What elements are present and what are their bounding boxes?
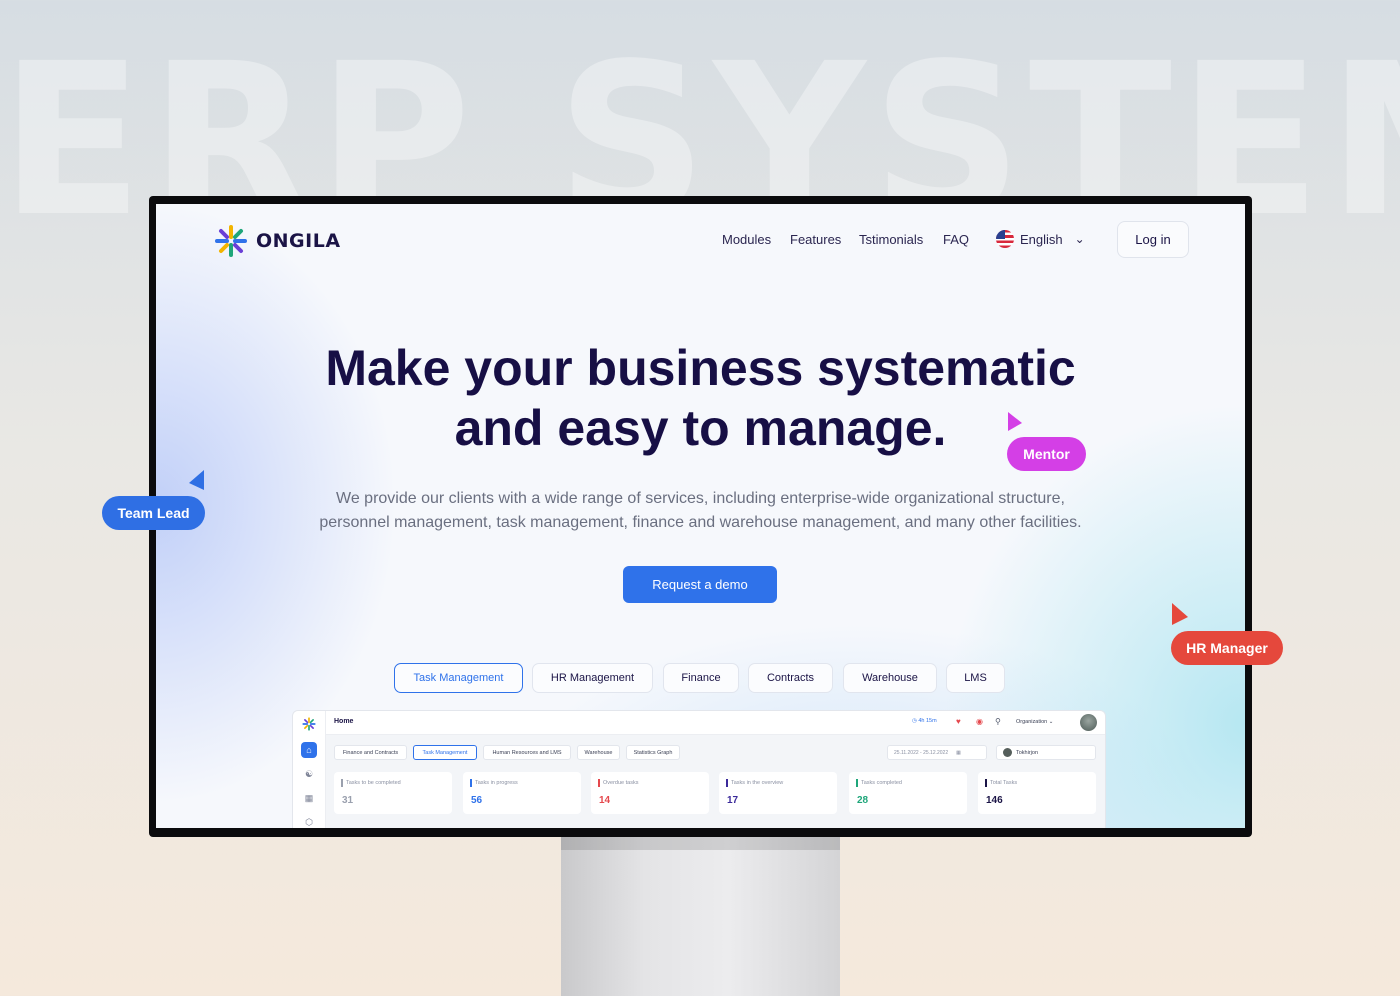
stat-accent-bar xyxy=(470,779,472,787)
calendar-icon[interactable]: ▦ xyxy=(301,790,317,806)
us-flag-icon xyxy=(996,230,1014,248)
dashboard-sidebar: ⌂ ☯ ▦ ⬡ xyxy=(293,711,326,828)
dashboard-page-title: Home xyxy=(334,718,354,725)
nav-link-faq[interactable]: FAQ xyxy=(943,232,969,247)
dashboard-preview: ⌂ ☯ ▦ ⬡ Home ◷ 4h 15m ♥ ◉ ⚲ Organization… xyxy=(292,710,1106,828)
monitor-frame: ONGILA Modules Features Tstimonials FAQ … xyxy=(149,196,1252,837)
dashboard-tab-hr-lms[interactable]: Human Resources and LMS xyxy=(483,745,571,760)
dashboard-tab-finance-contracts[interactable]: Finance and Contracts xyxy=(334,745,407,760)
brand-name: ONGILA xyxy=(256,230,341,252)
top-navigation: ONGILA Modules Features Tstimonials FAQ … xyxy=(156,204,1245,276)
tab-contracts[interactable]: Contracts xyxy=(748,663,833,693)
dashboard-tab-statistics[interactable]: Statistics Graph xyxy=(626,745,680,760)
module-tabs: Task Management HR Management Finance Co… xyxy=(156,663,1245,693)
cursor-icon xyxy=(189,470,204,490)
hero-subtitle: We provide our clients with a wide range… xyxy=(156,487,1245,535)
organization-label: Organization xyxy=(1016,719,1048,725)
dashboard-header: Home ◷ 4h 15m ♥ ◉ ⚲ Organization ⌄ xyxy=(326,711,1105,735)
stat-label: Overdue tasks xyxy=(603,780,639,786)
cursor-icon xyxy=(1172,603,1188,625)
stat-card[interactable]: Tasks in the overview 17 xyxy=(719,772,837,814)
dashboard-tab-warehouse[interactable]: Warehouse xyxy=(577,745,620,760)
date-range-value: 25.11.2022 - 25.12.2022 xyxy=(894,749,949,756)
monitor-stand xyxy=(561,836,840,996)
stat-value: 28 xyxy=(857,795,869,806)
tab-warehouse[interactable]: Warehouse xyxy=(843,663,937,693)
stat-value: 31 xyxy=(342,795,354,806)
stat-value: 17 xyxy=(727,795,739,806)
stat-label: Tasks completed xyxy=(861,780,902,786)
stat-card[interactable]: Tasks completed 28 xyxy=(849,772,967,814)
dashboard-tab-task-management[interactable]: Task Management xyxy=(413,745,477,760)
date-range-picker[interactable]: 25.11.2022 - 25.12.2022 ▦ xyxy=(887,745,987,760)
hero-subtitle-line-1: We provide our clients with a wide range… xyxy=(336,490,1065,507)
hero-subtitle-line-2: personnel management, task management, f… xyxy=(319,514,1082,531)
tab-finance[interactable]: Finance xyxy=(663,663,739,693)
users-icon[interactable]: ☯ xyxy=(301,766,317,782)
chevron-down-icon: ⌄ xyxy=(1048,719,1054,725)
request-demo-button[interactable]: Request a demo xyxy=(623,566,777,603)
stat-accent-bar xyxy=(985,779,987,787)
stat-accent-bar xyxy=(341,779,343,787)
stat-accent-bar xyxy=(598,779,600,787)
stat-label: Tasks in progress xyxy=(475,780,518,786)
team-lead-label: Team Lead xyxy=(102,496,205,530)
tab-lms[interactable]: LMS xyxy=(946,663,1005,693)
website-screen: ONGILA Modules Features Tstimonials FAQ … xyxy=(156,204,1245,828)
stat-label: Tasks to be completed xyxy=(346,780,401,786)
monitor-stand-shadow xyxy=(561,836,840,850)
stat-value: 56 xyxy=(471,795,483,806)
home-icon[interactable]: ⌂ xyxy=(301,742,317,758)
language-label: English xyxy=(1020,231,1063,247)
stat-card[interactable]: Total Tasks 146 xyxy=(978,772,1096,814)
hero-title: Make your business systematic and easy t… xyxy=(156,338,1245,458)
timer-value: 4h 15m xyxy=(918,718,937,724)
mentor-label: Mentor xyxy=(1007,437,1086,471)
logo-asterisk-icon xyxy=(302,717,316,731)
stat-label: Tasks in the overview xyxy=(731,780,784,786)
calendar-icon: ▦ xyxy=(956,749,961,756)
stat-value: 14 xyxy=(599,795,611,806)
tab-task-management[interactable]: Task Management xyxy=(394,663,523,693)
timer-badge: ◷ 4h 15m xyxy=(912,718,937,724)
brand-logo[interactable]: ONGILA xyxy=(214,224,341,258)
tab-hr-management[interactable]: HR Management xyxy=(532,663,653,693)
user-name: Tokhirjon xyxy=(1016,749,1039,756)
organization-selector[interactable]: Organization ⌄ xyxy=(1016,719,1053,725)
hr-manager-label: HR Manager xyxy=(1171,631,1283,665)
cursor-icon xyxy=(1008,412,1022,431)
login-button[interactable]: Log in xyxy=(1117,221,1189,258)
stat-label: Total Tasks xyxy=(990,780,1018,786)
nav-link-features[interactable]: Features xyxy=(790,232,841,247)
nav-link-testimonials[interactable]: Tstimonials xyxy=(859,232,923,247)
stat-card[interactable]: Tasks in progress 56 xyxy=(463,772,581,814)
chevron-down-icon: ⌄ xyxy=(1074,232,1085,246)
hero-title-line-1: Make your business systematic xyxy=(325,340,1076,396)
box-icon[interactable]: ⬡ xyxy=(301,814,317,828)
stat-card[interactable]: Overdue tasks 14 xyxy=(591,772,709,814)
search-icon[interactable]: ⚲ xyxy=(995,717,1001,726)
logo-asterisk-icon xyxy=(215,225,247,257)
avatar[interactable] xyxy=(1080,714,1097,731)
nav-link-modules[interactable]: Modules xyxy=(722,232,771,247)
language-selector[interactable]: English ⌄ xyxy=(996,230,1085,248)
stat-accent-bar xyxy=(726,779,728,787)
notification-icon[interactable]: ◉ xyxy=(976,717,983,726)
avatar xyxy=(1003,748,1012,757)
stat-accent-bar xyxy=(856,779,858,787)
stat-card[interactable]: Tasks to be completed 31 xyxy=(334,772,452,814)
stat-value: 146 xyxy=(986,795,1003,806)
user-selector[interactable]: Tokhirjon xyxy=(996,745,1096,760)
bell-icon[interactable]: ♥ xyxy=(956,717,961,726)
